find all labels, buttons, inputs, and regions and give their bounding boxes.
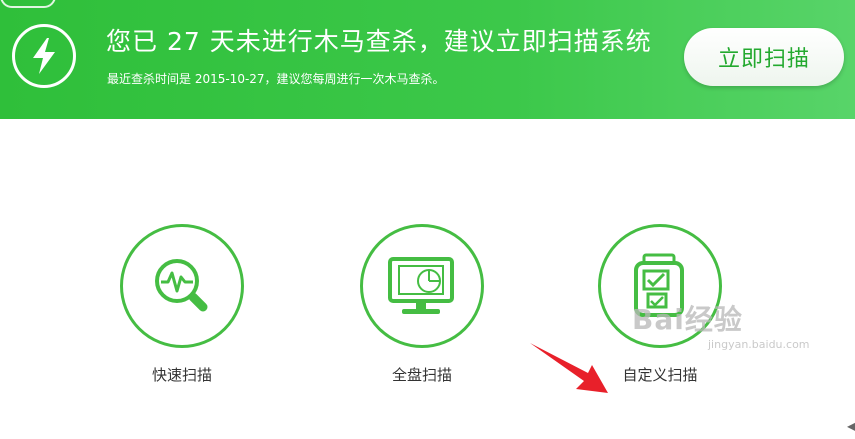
quick-scan-option[interactable]: 快速扫描 (112, 224, 252, 385)
magnifier-pulse-icon (155, 259, 208, 312)
scan-now-button[interactable]: 立即扫描 (684, 28, 844, 86)
status-banner: 您已 27 天未进行木马查杀，建议立即扫描系统 最近查杀时间是 2015-10-… (0, 0, 855, 119)
quick-scan-ring[interactable] (120, 224, 244, 348)
quick-scan-label[interactable]: 快速扫描 (112, 364, 252, 385)
banner-headline: 您已 27 天未进行木马查杀，建议立即扫描系统 (106, 27, 652, 56)
red-arrow-annotation (530, 343, 608, 393)
banner-subline: 最近查杀时间是 2015-10-27，建议您每周进行一次木马查杀。 (107, 72, 445, 86)
watermark-brand: Bai经验 (632, 303, 743, 336)
lightning-bolt-icon (12, 24, 76, 88)
full-scan-ring[interactable] (360, 224, 484, 348)
custom-scan-label[interactable]: 自定义扫描 (590, 364, 730, 385)
window-tab-edge (0, 0, 56, 8)
watermark-url: jingyan.baidu.com (708, 338, 810, 351)
scan-options-panel: 快速扫描 全盘扫描 自定义扫描 ◀ (0, 119, 855, 433)
full-scan-label[interactable]: 全盘扫描 (352, 364, 492, 385)
baidu-watermark: Bai经验 jingyan.baidu.com (632, 298, 810, 351)
monitor-pie-icon (388, 257, 454, 314)
collapse-arrow-icon[interactable]: ◀ (847, 419, 855, 439)
full-scan-option[interactable]: 全盘扫描 (352, 224, 492, 385)
